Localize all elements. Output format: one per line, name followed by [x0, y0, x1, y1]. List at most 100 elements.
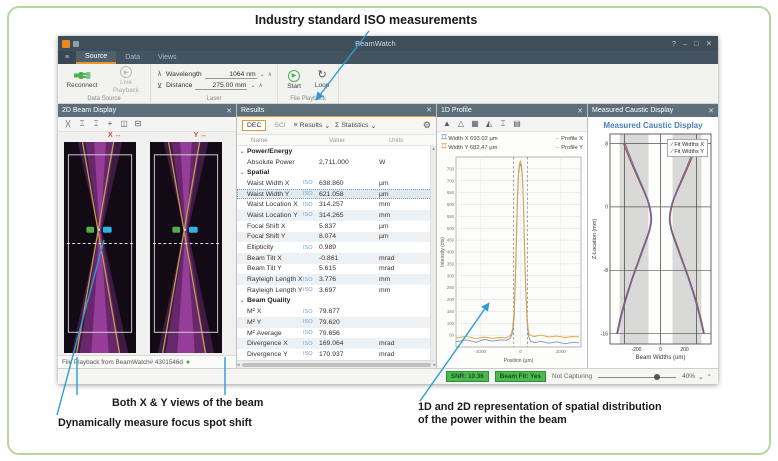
split-vertical-icon[interactable]: ◫ — [119, 119, 129, 129]
width-x-marker-icon: ⌶⌶ — [441, 135, 446, 142]
profile-legend: ⌶⌶ Width X 693.02 µm -- Profile X ⌶⌶ Wid… — [437, 132, 587, 152]
zoom-down-icon[interactable]: ⌄ — [698, 373, 703, 381]
playback-slider[interactable] — [598, 373, 676, 381]
loop-button[interactable]: ↻ Loop — [311, 70, 333, 89]
wavelength-spinner[interactable]: ∧ — [268, 71, 272, 78]
live-playback-label: Live Playback — [107, 79, 145, 93]
y-arrow-icon: ↔ — [200, 132, 207, 139]
help-icon[interactable]: ? — [672, 39, 676, 48]
fit-widths-y-line-icon: ∕ — [671, 149, 672, 155]
results-horizontal-scrollbar[interactable]: ◂ ▸ — [237, 360, 436, 368]
cursor-y-icon[interactable]: ⌶ — [91, 119, 101, 129]
profile-panel-close-icon[interactable]: ✕ — [577, 107, 583, 115]
snr-status-badge: SNR: 10.36 — [446, 371, 489, 382]
profile-panel-title: 1D Profile — [441, 107, 577, 114]
start-button[interactable]: ▶ Start — [283, 70, 305, 90]
statistics-menu-button[interactable]: Σ Statistics ⌄ — [335, 122, 376, 130]
result-group-row[interactable]: ⌄Spatial — [237, 167, 436, 178]
scroll-left-icon[interactable]: ◂ — [237, 362, 240, 368]
result-row[interactable]: Divergence XISO169.064mrad — [237, 338, 436, 349]
start-play-icon: ▶ — [288, 70, 300, 82]
result-row[interactable]: M² YISO79.620 — [237, 317, 436, 328]
scroll-right-icon[interactable]: ▸ — [433, 362, 436, 368]
reconnect-button[interactable]: Reconnect — [63, 70, 101, 89]
results-panel-close-icon[interactable]: ✕ — [426, 106, 432, 114]
result-row[interactable]: M² AverageISO79.656 — [237, 328, 436, 339]
profile-grid-icon[interactable]: ▦ — [470, 119, 480, 129]
result-row[interactable]: EllipticityISO0.989 — [237, 242, 436, 253]
title-bar: BeamWatch ? – □ ✕ — [58, 36, 718, 51]
result-row[interactable]: Beam Tilt X-0.861mrad — [237, 253, 436, 264]
minimize-button[interactable]: – — [683, 39, 687, 48]
beam-panel-close-icon[interactable]: ✕ — [226, 107, 232, 115]
svg-text:8: 8 — [605, 141, 608, 147]
svg-text:200: 200 — [680, 347, 689, 353]
beam-image-x-view[interactable] — [64, 142, 136, 353]
tab-source[interactable]: Source — [76, 51, 116, 64]
wavelength-input[interactable]: 1064 nm — [205, 71, 257, 79]
profile-fit-icon[interactable]: ◭ — [484, 119, 494, 129]
fit-widths-y-label: Fit Widths Y — [674, 149, 704, 155]
playback-status-dot: ● — [186, 359, 190, 366]
profile-outline-icon[interactable]: △ — [456, 119, 466, 129]
result-row[interactable]: M² XISO79.677 — [237, 306, 436, 317]
result-row[interactable]: Waist Width XISO638.860µm — [237, 178, 436, 189]
wavelength-dropdown-icon[interactable]: ⌄ — [260, 71, 265, 78]
result-row[interactable]: Absolute Power2,711.000W — [237, 157, 436, 168]
result-row[interactable]: Divergence YISO170.937mrad — [237, 349, 436, 360]
profile-toolbar: ▲ △ ▦ ◭ ⌶ ▤ — [437, 117, 587, 132]
cursor-x-icon[interactable]: ⌶ — [77, 119, 87, 129]
maximize-button[interactable]: □ — [694, 39, 699, 48]
results-vertical-scrollbar[interactable]: ▴ — [430, 146, 436, 360]
results-menu-button[interactable]: ≡ Results ⌄ — [294, 122, 330, 130]
split-horizontal-icon[interactable]: ⊟ — [133, 119, 143, 129]
result-group-row[interactable]: ⌄Beam Quality — [237, 296, 436, 307]
distance-label: Distance — [166, 82, 192, 89]
svg-text:-200: -200 — [631, 347, 641, 353]
beam-fit-status-badge: Beam Fit: Yes — [495, 371, 546, 382]
collapse-icon[interactable]: ⌄ — [237, 148, 247, 155]
result-row[interactable]: Focal Shift X5.837µm — [237, 221, 436, 232]
file-menu-icon[interactable]: ≡ — [58, 51, 76, 64]
beam-image-y-view[interactable] — [150, 142, 222, 353]
live-playback-button[interactable]: ▶ Live Playback — [107, 66, 145, 93]
scrollbar-thumb[interactable] — [242, 363, 432, 367]
collapse-icon[interactable]: ⌄ — [237, 297, 247, 304]
zoom-level: 40% — [682, 373, 695, 380]
tab-data[interactable]: Data — [116, 51, 149, 64]
crosshair-icon[interactable]: + — [105, 119, 115, 129]
result-row[interactable]: Rayleigh Length XISO3.776mm — [237, 274, 436, 285]
result-row[interactable]: Focal Shift Y8.074µm — [237, 232, 436, 243]
collapse-icon[interactable]: ⌄ — [237, 169, 247, 176]
tab-views[interactable]: Views — [149, 51, 186, 64]
reconnect-plug-icon — [74, 70, 91, 81]
distance-input[interactable]: 275.00 mm — [195, 82, 247, 90]
save-icon[interactable]: ▤ — [512, 119, 522, 129]
slider-knob[interactable] — [654, 374, 660, 380]
close-button[interactable]: ✕ — [706, 39, 712, 48]
width-x-readout: Width X 693.02 µm — [448, 136, 497, 142]
result-row[interactable]: Rayleigh Length YISO3.697mm — [237, 285, 436, 296]
width-y-marker-icon: ⌶⌶ — [441, 144, 446, 151]
distance-dropdown-icon[interactable]: ⌄ — [250, 82, 255, 89]
ribbon-group-data-source: Reconnect ▶ Live Playback Data Source — [58, 64, 151, 103]
zoom-up-icon[interactable]: ⌃ — [707, 373, 712, 381]
gear-icon[interactable]: ⚙ — [423, 120, 431, 131]
result-row[interactable]: Waist Width YISO621.058µm — [237, 189, 436, 200]
distance-spinner[interactable]: ∧ — [258, 82, 262, 89]
cursor-pair-icon[interactable]: )( — [63, 119, 73, 129]
svg-text:-8: -8 — [604, 268, 609, 274]
profile-filled-icon[interactable]: ▲ — [442, 119, 452, 129]
caustic-panel-close-icon[interactable]: ✕ — [708, 107, 714, 115]
live-playback-icon: ▶ — [120, 66, 132, 78]
file-playback-status: File Playback from BeamWatch# 4301546d ● — [58, 355, 236, 368]
result-row[interactable]: Waist Location YISO314.265mm — [237, 210, 436, 221]
sci-button[interactable]: SCI — [271, 121, 288, 130]
caliper-icon[interactable]: ⌶ — [498, 119, 508, 129]
result-row[interactable]: Waist Location XISO314.257mm — [237, 199, 436, 210]
svg-text:550: 550 — [446, 214, 454, 219]
result-group-row[interactable]: ⌄Power/Energy — [237, 146, 436, 157]
svg-text:-16: -16 — [601, 331, 608, 337]
dec-button[interactable]: DEC — [242, 120, 266, 131]
result-row[interactable]: Beam Tilt Y5.615mrad — [237, 264, 436, 275]
